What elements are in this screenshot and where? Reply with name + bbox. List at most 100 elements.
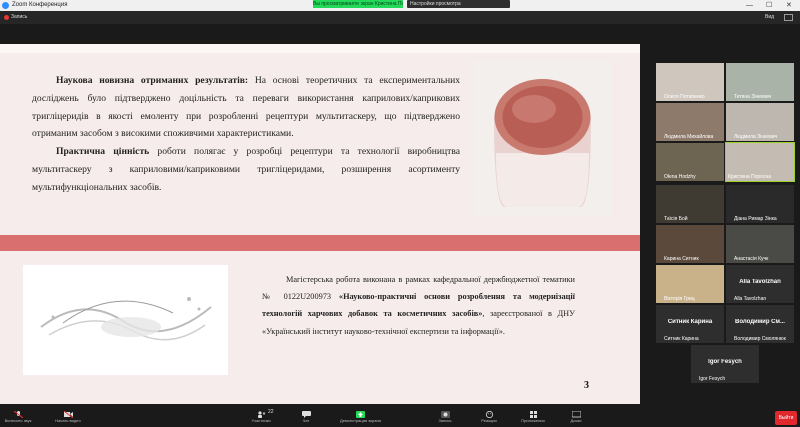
muted-microphone-icon <box>13 411 23 418</box>
participant-name: Alla Tavolzhan <box>734 296 767 302</box>
participant-name: Вікторія Гриц <box>664 296 695 302</box>
slide-page-number: 3 <box>584 380 589 391</box>
whiteboard-icon <box>571 411 581 418</box>
minimize-icon[interactable]: — <box>746 0 753 11</box>
thesis-caption: Магістерська робота виконана в рамках ка… <box>262 271 575 340</box>
slide-accent-band <box>0 235 640 251</box>
start-video-button[interactable]: Начать видео <box>52 409 84 427</box>
muted-mic-icon <box>658 337 662 341</box>
apps-icon <box>529 411 537 418</box>
record-label: Запись <box>438 418 452 423</box>
unmute-button[interactable]: Включить звук <box>2 409 34 427</box>
participant-name: Діана Римар Зінка <box>734 216 777 222</box>
slide-header-band <box>0 44 640 53</box>
record-icon <box>440 411 450 418</box>
recording-dot-icon <box>4 15 9 20</box>
muted-mic-icon <box>728 297 732 301</box>
participants-icon <box>257 411 265 418</box>
participant-tile-active-speaker[interactable]: Кристина Поросна <box>725 142 795 182</box>
participants-label: Участники <box>251 418 271 423</box>
share-screen-button[interactable]: Демонстрация экрана <box>340 409 381 427</box>
water-splash-image <box>23 265 228 375</box>
muted-mic-icon <box>728 337 732 341</box>
record-button[interactable]: Запись <box>430 409 460 427</box>
muted-mic-icon <box>658 257 662 261</box>
participant-name: Тетяна Зінкевич <box>734 94 772 100</box>
novelty-paragraph: Наукова новизна отриманих результатів: Н… <box>32 72 460 143</box>
participant-tile[interactable]: Анастасія Кучк <box>726 225 794 263</box>
participant-name: Таїсія Бой <box>664 216 688 222</box>
window-title: Zoom Конференция <box>12 2 68 8</box>
recording-label: Запись <box>11 14 28 20</box>
muted-mic-icon <box>728 257 732 261</box>
participant-name: Olena Hodzhy <box>664 174 696 180</box>
reactions-label: Реакции <box>481 418 497 423</box>
zoom-logo-icon <box>2 2 9 9</box>
muted-mic-icon <box>658 135 662 139</box>
unmute-label: Включить звук <box>4 418 32 423</box>
maximize-icon[interactable]: ☐ <box>766 0 772 11</box>
muted-mic-icon <box>728 217 732 221</box>
participant-name: Igor Fesych <box>699 376 726 382</box>
apps-label: Приложения <box>521 418 545 423</box>
muted-mic-icon <box>658 95 662 99</box>
reactions-button[interactable]: Реакции <box>474 409 504 427</box>
whiteboards-button[interactable]: Доски <box>560 409 592 427</box>
end-meeting-button[interactable]: Выйти <box>775 411 797 425</box>
meeting-toolbar: Включить звук Начать видео Участники 22 … <box>0 409 800 427</box>
smiley-icon <box>485 411 493 418</box>
participant-tile[interactable]: Ситник Карина Ситник Карина <box>656 305 724 343</box>
participant-tile[interactable]: Вікторія Гриц <box>656 265 724 303</box>
view-button[interactable]: Вид <box>765 14 774 20</box>
view-options-button[interactable]: Настройки просмотра <box>407 0 510 8</box>
top-bar <box>0 11 800 24</box>
apps-button[interactable]: Приложения <box>516 409 550 427</box>
participant-name: Олеся Потапенко <box>664 94 705 100</box>
participant-name: Кристина Поросна <box>728 174 771 180</box>
novelty-heading: Наукова новизна отриманих результатів: <box>56 75 249 86</box>
participant-display-name: Володимир См... <box>735 319 785 325</box>
chat-bubble-icon <box>301 411 311 418</box>
muted-mic-icon <box>658 175 662 179</box>
participant-tile[interactable]: Карина Ситник <box>656 225 724 263</box>
participant-tile[interactable]: Olena Hodzhy <box>656 143 724 181</box>
muted-mic-icon <box>693 377 697 381</box>
participant-name: Анастасія Кучк <box>734 256 769 262</box>
participant-display-name: Igor Fesych <box>708 359 742 365</box>
participant-tile[interactable]: Діана Римар Зінка <box>726 185 794 223</box>
practical-heading: Практична цінність <box>56 146 150 158</box>
share-screen-label: Демонстрация экрана <box>340 418 381 423</box>
participant-tile[interactable]: Людмила Зінкевич <box>726 103 794 141</box>
participant-name: Ситник Карина <box>664 336 699 342</box>
practical-paragraph: Практична цінність роботи полягає у розр… <box>32 143 460 196</box>
participant-tile[interactable]: Alla Tavolzhan Alla Tavolzhan <box>726 265 794 303</box>
chat-button[interactable]: Чат <box>290 409 322 427</box>
participant-name: Володимир Смолянюк <box>734 336 786 342</box>
recording-indicator[interactable]: Запись <box>4 14 28 21</box>
close-icon[interactable]: ✕ <box>786 0 792 11</box>
participant-name: Людмила Зінкевич <box>734 134 778 140</box>
whiteboards-label: Доски <box>570 418 582 423</box>
chat-label: Чат <box>302 418 310 423</box>
muted-mic-icon <box>658 217 662 221</box>
participant-name: Карина Ситник <box>664 256 699 262</box>
participant-tile[interactable]: Igor Fesych Igor Fesych <box>691 345 759 383</box>
participant-tile[interactable]: Людмила Михайлова <box>656 103 724 141</box>
muted-mic-icon <box>728 135 732 139</box>
participant-tile[interactable]: Володимир См... Володимир Смолянюк <box>726 305 794 343</box>
start-video-label: Начать видео <box>55 418 81 423</box>
participant-name: Людмила Михайлова <box>664 134 714 140</box>
participant-tile[interactable]: Тетяна Зінкевич <box>726 63 794 101</box>
participants-count: 22 <box>268 409 274 415</box>
slide-main-text: Наукова новизна отриманих результатів: Н… <box>32 72 460 197</box>
muted-mic-icon <box>658 297 662 301</box>
participant-tile[interactable]: Олеся Потапенко <box>656 63 724 101</box>
muted-mic-icon <box>728 95 732 99</box>
shared-slide: Наукова новизна отриманих результатів: Н… <box>0 44 640 404</box>
gallery-grid-icon[interactable] <box>784 14 793 21</box>
screen-share-banner: Вы просматриваете экран Кристина Поросна <box>313 0 403 8</box>
participant-display-name: Alla Tavolzhan <box>739 279 781 285</box>
video-off-icon <box>63 411 73 418</box>
share-screen-icon <box>355 411 365 418</box>
participant-tile[interactable]: Таїсія Бой <box>656 185 724 223</box>
